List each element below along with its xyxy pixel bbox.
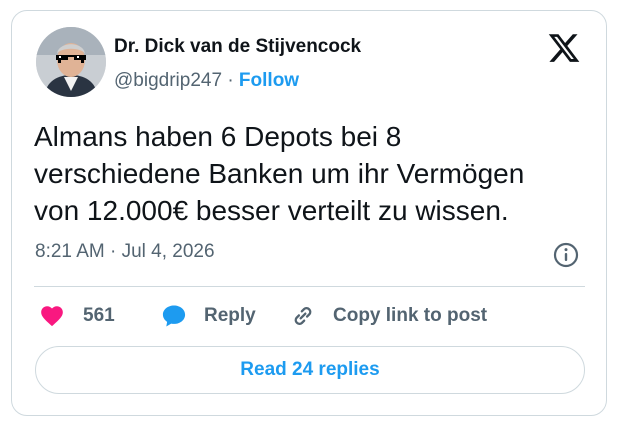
author-handle-row: @bigdrip247 · Follow xyxy=(114,70,299,92)
copy-link-label: Copy link to post xyxy=(333,305,488,326)
follow-button[interactable]: Follow xyxy=(239,70,299,91)
tweet-line: verschiedene Banken um ihr Vermögen xyxy=(34,158,525,189)
speech-bubble-icon xyxy=(162,305,186,327)
copy-link-button[interactable]: Copy link to post xyxy=(289,300,487,332)
tweet-timestamp[interactable]: 8:21 AM · Jul 4, 2026 xyxy=(35,241,215,263)
author-display-name[interactable]: Dr. Dick van de Stijvencock xyxy=(114,36,361,58)
tweet-text: Almans haben 6 Depots bei 8 verschiedene… xyxy=(34,118,594,229)
x-logo-icon[interactable] xyxy=(547,31,581,65)
read-replies-label: Read 24 replies xyxy=(240,359,380,380)
heart-icon xyxy=(41,306,63,327)
link-icon xyxy=(294,307,312,325)
divider xyxy=(34,286,585,287)
like-count: 561 xyxy=(83,305,115,326)
info-icon[interactable] xyxy=(552,241,580,269)
like-button[interactable]: 561 xyxy=(38,300,115,332)
author-handle[interactable]: @bigdrip247 xyxy=(114,70,222,91)
read-replies-button[interactable]: Read 24 replies xyxy=(35,346,585,394)
avatar[interactable] xyxy=(36,27,106,97)
tweet-line: von 12.000€ besser verteilt zu wissen. xyxy=(34,195,509,226)
reply-label: Reply xyxy=(204,305,256,326)
reply-button[interactable]: Reply xyxy=(160,300,256,332)
tweet-line: Almans haben 6 Depots bei 8 xyxy=(34,121,402,152)
avatar-photo xyxy=(36,27,106,97)
handle-separator: · xyxy=(227,70,234,91)
